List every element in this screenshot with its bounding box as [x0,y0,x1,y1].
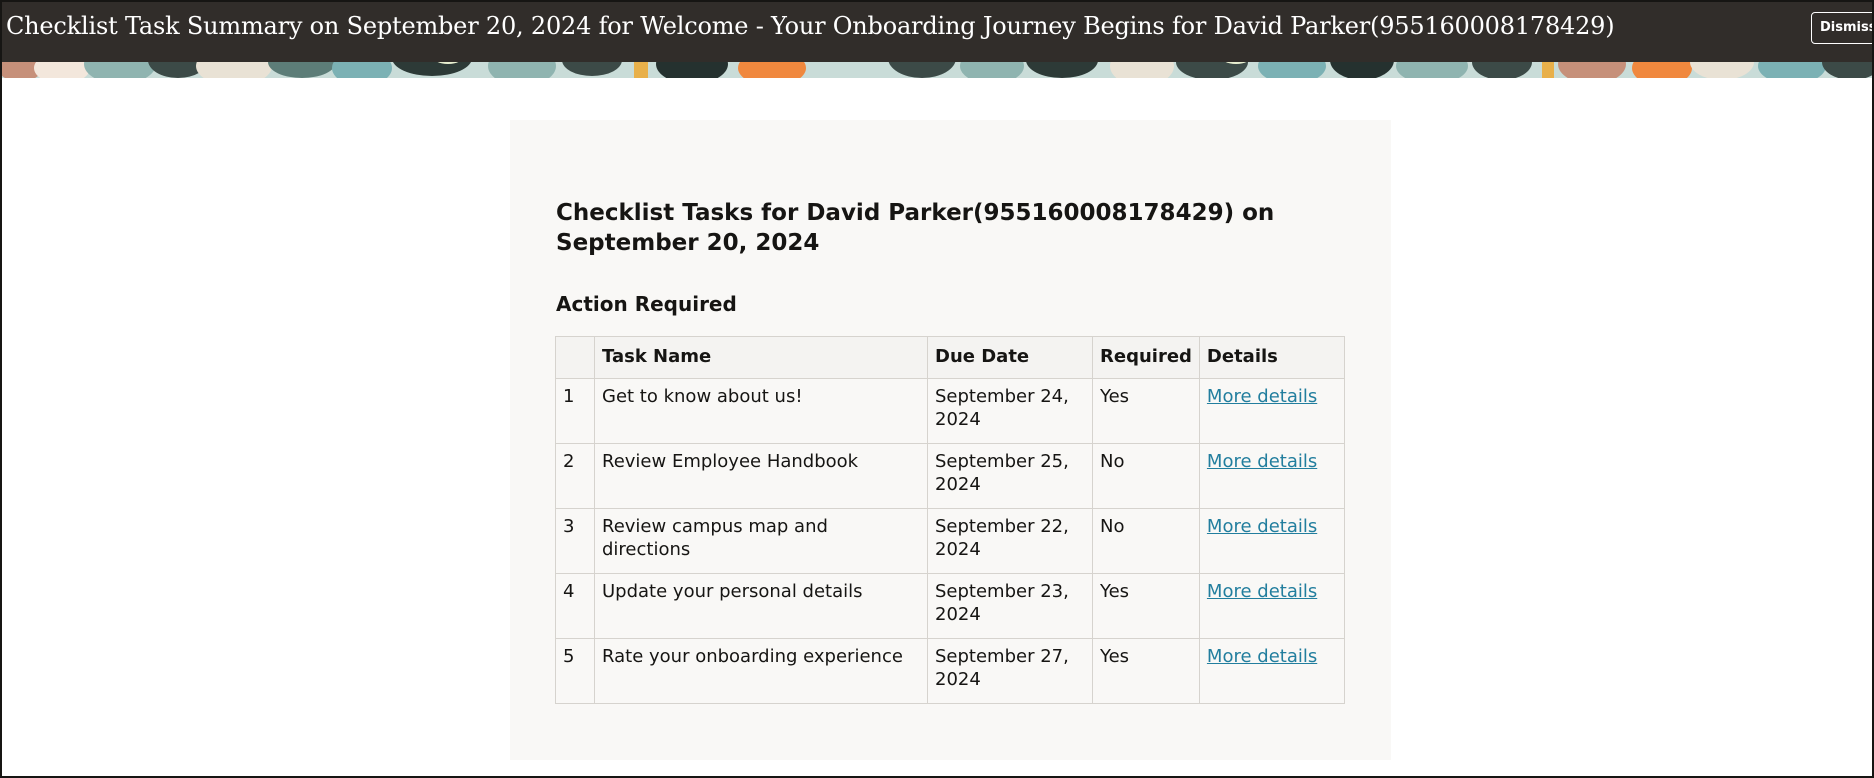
row-number: 2 [555,443,595,509]
column-header-task-name: Task Name [594,336,928,379]
task-name: Get to know about us! [594,378,928,444]
page-title: Checklist Task Summary on September 20, … [6,12,1615,40]
details-cell: More details [1198,573,1346,639]
table-row: 5 Rate your onboarding experience Septem… [555,638,1346,704]
task-name: Review campus map and directions [594,508,928,574]
row-number: 1 [555,378,595,444]
column-header-number [555,336,595,379]
table-row: 2 Review Employee Handbook September 25,… [555,443,1346,509]
more-details-link[interactable]: More details [1207,451,1317,472]
table-header-row: Task Name Due Date Required Details [555,336,1346,379]
details-cell: More details [1198,378,1346,444]
table-row: 1 Get to know about us! September 24, 20… [555,378,1346,444]
required-value: No [1092,508,1200,574]
tasks-table: Task Name Due Date Required Details 1 Ge… [555,336,1346,704]
required-value: Yes [1092,638,1200,704]
details-cell: More details [1198,638,1346,704]
due-date: September 25, 2024 [927,443,1093,509]
row-number: 5 [555,638,595,704]
page-frame: Checklist Task Summary on September 20, … [0,0,1874,778]
details-cell: More details [1198,508,1346,574]
row-number: 3 [555,508,595,574]
dismiss-button[interactable]: Dismiss [1811,12,1872,44]
due-date: September 27, 2024 [927,638,1093,704]
card-title: Checklist Tasks for David Parker(9551600… [556,200,1275,256]
more-details-link[interactable]: More details [1207,581,1317,602]
task-name: Update your personal details [594,573,928,639]
due-date: September 22, 2024 [927,508,1093,574]
column-header-details: Details [1198,336,1346,379]
table-row: 4 Update your personal details September… [555,573,1346,639]
row-number: 4 [555,573,595,639]
table-row: 3 Review campus map and directions Septe… [555,508,1346,574]
required-value: No [1092,443,1200,509]
section-title-action-required: Action Required [556,292,737,316]
more-details-link[interactable]: More details [1207,516,1317,537]
more-details-link[interactable]: More details [1207,386,1317,407]
required-value: Yes [1092,378,1200,444]
page-header: Checklist Task Summary on September 20, … [2,2,1872,78]
details-cell: More details [1198,443,1346,509]
column-header-due-date: Due Date [927,336,1093,379]
task-name: Rate your onboarding experience [594,638,928,704]
more-details-link[interactable]: More details [1207,646,1317,667]
checklist-card: Checklist Tasks for David Parker(9551600… [510,120,1391,760]
task-name: Review Employee Handbook [594,443,928,509]
due-date: September 24, 2024 [927,378,1093,444]
due-date: September 23, 2024 [927,573,1093,639]
required-value: Yes [1092,573,1200,639]
column-header-required: Required [1092,336,1200,379]
